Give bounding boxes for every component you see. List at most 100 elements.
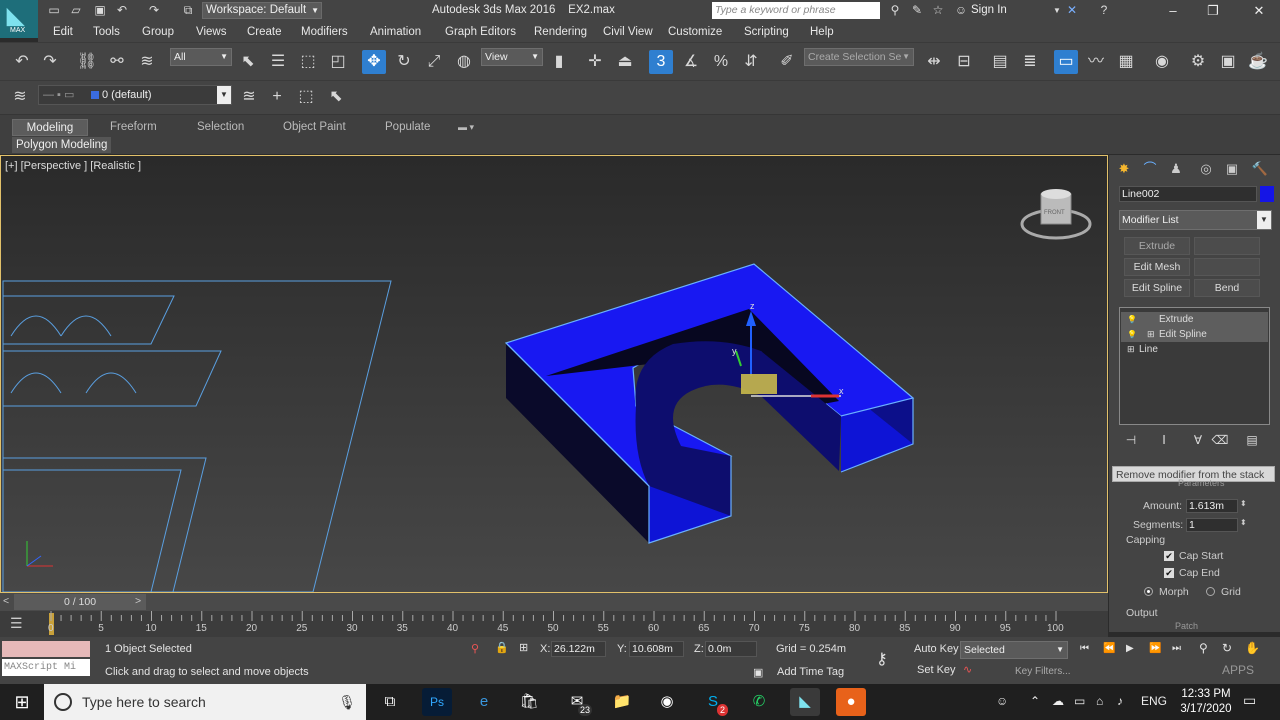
show-end-result-icon[interactable]: Ⅰ — [1155, 433, 1173, 449]
toggle-scene-explorer-icon[interactable]: ▤ — [988, 50, 1012, 74]
ribbon-tab-freeform[interactable]: Freeform — [104, 119, 163, 136]
menu-scripting[interactable]: Scripting — [744, 26, 789, 38]
ribbon-tab-object-paint[interactable]: Object Paint — [277, 119, 352, 136]
y-coordinate-field[interactable]: 10.608m — [629, 641, 684, 657]
orbit-icon[interactable]: ↻ — [1222, 641, 1232, 655]
pan-icon[interactable]: ✋ — [1245, 641, 1260, 655]
save-icon[interactable]: ▣ — [92, 3, 108, 18]
file-explorer-icon[interactable]: 📁 — [607, 688, 637, 716]
workspace-dropdown[interactable]: Workspace: Default ▼ — [202, 2, 322, 19]
object-name-field[interactable]: Line002 — [1119, 186, 1257, 202]
set-key-button[interactable]: Set Key — [917, 664, 956, 676]
manipulate-icon[interactable]: ✛ — [583, 50, 607, 74]
angle-snap-icon[interactable]: ∡ — [679, 50, 703, 74]
help-icon[interactable]: ? — [1096, 3, 1112, 18]
store-app-icon[interactable]: 🛍 — [514, 688, 544, 716]
app-logo[interactable]: ◣ MAX — [0, 0, 38, 38]
mail-app-icon[interactable]: ✉ 23 — [562, 688, 592, 716]
ribbon-tab-modeling[interactable]: Modeling — [12, 119, 88, 136]
display-tab-icon[interactable]: ▣ — [1221, 159, 1243, 179]
auto-key-button[interactable]: Auto Key — [914, 643, 959, 655]
ribbon-tab-populate[interactable]: Populate — [379, 119, 436, 136]
search-input[interactable]: Type a keyword or phrase — [712, 2, 880, 19]
select-object-icon[interactable]: ⬉ — [236, 50, 260, 74]
prev-frame-icon[interactable]: < — [3, 595, 9, 607]
amount-spinner[interactable]: 1.613m — [1186, 499, 1238, 513]
whatsapp-app-icon[interactable]: ✆ — [744, 688, 774, 716]
redo-icon[interactable]: ↷ — [38, 50, 62, 74]
close-button[interactable]: ✕ — [1244, 2, 1274, 20]
minimize-button[interactable]: – — [1158, 2, 1188, 20]
menu-help[interactable]: Help — [810, 26, 834, 38]
stack-item-extrude[interactable]: 💡 Extrude — [1121, 312, 1268, 327]
select-and-scale-icon[interactable]: ⤢ — [422, 50, 446, 74]
hierarchy-tab-icon[interactable]: ♟ — [1165, 159, 1187, 179]
people-icon[interactable]: ☺ — [996, 694, 1008, 708]
menu-tools[interactable]: Tools — [93, 26, 120, 38]
menu-edit[interactable]: Edit — [53, 26, 73, 38]
align-icon[interactable]: ⊟ — [952, 50, 976, 74]
toggle-ribbon-icon[interactable]: ▭ — [1054, 50, 1078, 74]
bind-space-warp-icon[interactable]: ≋ — [135, 50, 159, 74]
add-to-layer-icon[interactable]: + — [265, 85, 289, 109]
time-tag-icon[interactable]: ▣ — [753, 666, 763, 679]
subscription-icon[interactable]: ✎ — [909, 3, 925, 18]
task-view-icon[interactable]: ⧉ — [375, 688, 405, 716]
schematic-view-icon[interactable]: ▦ — [1114, 50, 1138, 74]
segments-spinner[interactable]: 1 — [1186, 518, 1238, 532]
key-filters-button[interactable]: Key Filters... — [1015, 666, 1071, 677]
keyboard-shortcut-override-icon[interactable]: ⏏ — [613, 50, 637, 74]
set-current-layer-icon[interactable]: ⬉ — [324, 85, 348, 109]
maximize-button[interactable]: ❐ — [1198, 2, 1228, 20]
sign-in-dropdown-icon[interactable]: ▼ — [1049, 3, 1065, 18]
project-folder-icon[interactable]: ⧉ — [180, 3, 196, 18]
modify-tab-icon[interactable]: ⌒ — [1139, 159, 1161, 179]
parameters-rollout-title[interactable]: Parameters — [1178, 478, 1225, 488]
skype-app-icon[interactable]: S2 — [698, 688, 728, 716]
empty-modifier-button-2[interactable] — [1194, 258, 1260, 276]
user-icon[interactable]: ☺ — [953, 3, 969, 18]
bulb-icon[interactable]: 💡 — [1127, 327, 1137, 342]
windows-start-icon[interactable]: ⊞ — [0, 684, 44, 720]
utilities-tab-icon[interactable]: 🔨 — [1249, 159, 1271, 179]
play-icon[interactable]: ▶ — [1126, 643, 1134, 654]
next-frame-icon[interactable]: > — [135, 595, 141, 607]
rendered-frame-window-icon[interactable]: ▣ — [1216, 50, 1240, 74]
3dsmax-app-icon[interactable]: ◣ — [790, 688, 820, 716]
favorites-star-icon[interactable]: ☆ — [930, 3, 946, 18]
menu-group[interactable]: Group — [142, 26, 174, 38]
spinner-arrows-icon[interactable]: ⬍ — [1240, 518, 1247, 527]
select-and-rotate-icon[interactable]: ↻ — [392, 50, 416, 74]
exchange-icon[interactable]: ✕ — [1064, 3, 1080, 18]
curve-editor-icon[interactable]: 〰 — [1084, 50, 1108, 74]
time-slider[interactable]: 0 / 100 — [14, 594, 146, 610]
menu-civil-view[interactable]: Civil View — [603, 26, 653, 38]
show-hidden-icons[interactable]: ⌃ — [1030, 694, 1040, 708]
menu-create[interactable]: Create — [247, 26, 282, 38]
battery-icon[interactable]: ▭ — [1074, 694, 1085, 708]
taskbar-clock[interactable]: 12:33 PM 3/17/2020 — [1176, 687, 1236, 717]
extrude-modifier-button[interactable]: Extrude — [1124, 237, 1190, 255]
menu-animation[interactable]: Animation — [370, 26, 421, 38]
undo-icon[interactable]: ↶ — [10, 50, 34, 74]
set-keys-key-icon[interactable]: ⚷ — [876, 649, 888, 669]
grid-radio[interactable] — [1206, 587, 1215, 596]
stack-item-edit-spline[interactable]: 💡 ⊞ Edit Spline — [1121, 327, 1268, 342]
stack-item-line[interactable]: ⊞ Line — [1121, 342, 1268, 357]
menu-rendering[interactable]: Rendering — [534, 26, 587, 38]
go-to-end-icon[interactable]: ⏭ — [1172, 643, 1181, 654]
unlink-icon[interactable]: ⚯ — [105, 50, 129, 74]
menu-modifiers[interactable]: Modifiers — [301, 26, 348, 38]
microphone-icon[interactable]: 🎙 — [338, 684, 356, 720]
action-center-icon[interactable]: ▭ — [1243, 692, 1256, 709]
network-icon[interactable]: ⌂ — [1096, 694, 1103, 708]
create-tab-icon[interactable]: ✸ — [1113, 159, 1135, 179]
spinner-arrows-icon[interactable]: ⬍ — [1240, 499, 1247, 508]
patch-option[interactable]: Patch — [1175, 621, 1198, 631]
taskbar-search-box[interactable]: Type here to search 🎙 — [44, 684, 366, 720]
redo-icon[interactable]: ↷ — [146, 3, 162, 18]
place-icon[interactable]: ◍ — [452, 50, 476, 74]
object-color-swatch[interactable] — [1260, 186, 1274, 202]
expand-icon[interactable]: ⊞ — [1147, 327, 1155, 342]
selection-filter-dropdown[interactable]: All ▼ — [170, 48, 232, 66]
